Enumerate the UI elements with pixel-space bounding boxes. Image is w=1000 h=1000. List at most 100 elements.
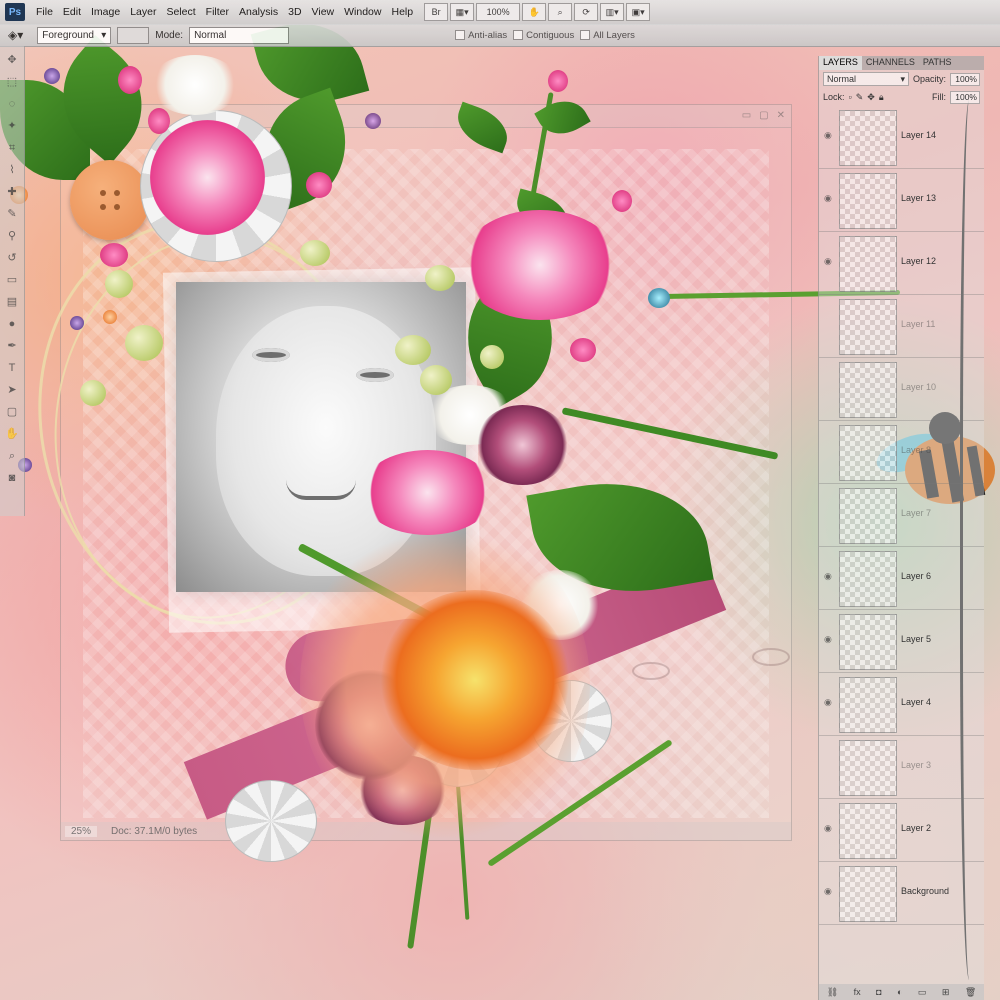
layer-name[interactable]: Layer 14 [901,130,936,140]
doc-size[interactable]: Doc: 37.1M/0 bytes [111,826,197,837]
checkbox-box[interactable] [513,30,524,40]
lasso-tool-icon[interactable]: ◌ [4,96,20,112]
pattern-picker[interactable] [117,26,150,44]
adjustment-layer-icon[interactable]: ◐ [897,987,902,997]
layer-name[interactable]: Layer 11 [901,319,935,329]
visibility-eye-icon[interactable]: ◉ [824,193,834,203]
layer-name[interactable]: Layer 7 [901,508,931,518]
fill-input[interactable]: 100% [950,90,980,104]
layer-row[interactable]: ◉ Layer 6 [819,547,984,610]
visibility-eye-icon[interactable] [824,319,834,329]
layer-thumbnail[interactable] [839,110,897,166]
menu-layer[interactable]: Layer [125,6,161,18]
contiguous-checkbox[interactable]: Contiguous [513,30,574,41]
zoom-level[interactable]: 25% [65,825,98,837]
layer-row[interactable]: Layer 8 [819,421,984,484]
add-mask-icon[interactable]: ◘ [876,987,881,997]
history-brush-icon[interactable]: ↺ [4,250,20,266]
layer-name[interactable]: Layer 4 [901,697,931,707]
layer-row[interactable]: ◉ Layer 12 [819,232,984,295]
layer-name[interactable]: Layer 6 [901,571,931,581]
menu-view[interactable]: View [307,6,340,18]
layer-thumbnail[interactable] [839,677,897,733]
minimize-icon[interactable]: ▭ [742,110,751,121]
opacity-input[interactable]: 100% [950,72,980,86]
zoom-tool-icon[interactable]: ⌕ [4,448,20,464]
type-tool-icon[interactable]: T [4,360,20,376]
layer-name[interactable]: Layer 3 [901,760,931,770]
visibility-eye-icon[interactable]: ◉ [824,634,834,644]
screen-mode-icon[interactable]: ▣▾ [626,3,651,21]
visibility-eye-icon[interactable]: ◉ [824,886,834,896]
new-layer-icon[interactable]: ⊞ [942,987,950,998]
layer-thumbnail[interactable] [839,299,897,355]
tab-layers[interactable]: LAYERS [819,56,862,70]
menu-window[interactable]: Window [339,6,386,18]
quick-mask-icon[interactable]: ◙ [4,470,20,486]
menu-file[interactable]: File [31,6,58,18]
menu-filter[interactable]: Filter [201,6,234,18]
layer-row[interactable]: Layer 3 [819,736,984,799]
crop-tool-icon[interactable]: ⌗ [4,140,20,156]
layer-thumbnail[interactable] [839,551,897,607]
visibility-eye-icon[interactable]: ◉ [824,256,834,266]
visibility-eye-icon[interactable] [824,382,834,392]
layer-thumbnail[interactable] [839,866,897,922]
visibility-eye-icon[interactable]: ◉ [824,823,834,833]
tab-channels[interactable]: CHANNELS [862,56,919,70]
layer-name[interactable]: Layer 10 [901,382,936,392]
layer-thumbnail[interactable] [839,362,897,418]
menu-select[interactable]: Select [161,6,200,18]
new-group-icon[interactable]: ▭ [918,987,927,998]
all-layers-checkbox[interactable]: All Layers [580,30,635,41]
photoshop-logo-icon[interactable]: Ps [5,3,25,21]
visibility-eye-icon[interactable]: ◉ [824,697,834,707]
layer-name[interactable]: Layer 12 [901,256,936,266]
brush-tool-icon[interactable]: ✎ [4,206,20,222]
visibility-eye-icon[interactable] [824,508,834,518]
link-layers-icon[interactable]: ⛓ [827,987,838,998]
hand-tool-icon[interactable]: ✋ [522,3,547,21]
eyedropper-icon[interactable]: ⌇ [4,162,20,178]
layer-row[interactable]: ◉ Layer 4 [819,673,984,736]
zoom-tool-icon[interactable]: ⌕ [548,3,573,21]
menu-3d[interactable]: 3D [283,6,306,18]
antialias-checkbox[interactable]: Anti-alias [455,30,507,41]
trash-icon[interactable]: 🗑︎ [965,987,976,998]
layer-thumbnail[interactable] [839,236,897,292]
clone-stamp-icon[interactable]: ⚲ [4,228,20,244]
layer-thumbnail[interactable] [839,740,897,796]
magic-wand-icon[interactable]: ✦ [4,118,20,134]
layer-thumbnail[interactable] [839,488,897,544]
marquee-tool-icon[interactable]: ⬚ [4,74,20,90]
lock-transparent-icon[interactable]: ▫ [849,92,852,102]
path-selection-icon[interactable]: ➤ [4,382,20,398]
mode-select[interactable]: Normal [189,26,290,44]
menu-help[interactable]: Help [386,6,418,18]
visibility-eye-icon[interactable] [824,445,834,455]
maximize-icon[interactable]: ▢ [759,110,768,121]
blend-mode-select[interactable]: Normal ▾ [823,72,909,86]
shape-tool-icon[interactable]: ▢ [4,404,20,420]
rotate-view-icon[interactable]: ⟳ [574,3,599,21]
layer-thumbnail[interactable] [839,425,897,481]
layer-row[interactable]: ◉ Layer 13 [819,169,984,232]
paint-bucket-icon[interactable]: ◈▾ [8,28,23,42]
layer-name[interactable]: Layer 13 [901,193,936,203]
fx-icon[interactable]: fx [854,987,861,997]
arrange-documents-icon[interactable]: ▥▾ [600,3,625,21]
visibility-eye-icon[interactable] [824,760,834,770]
gradient-tool-icon[interactable]: ▤ [4,294,20,310]
checkbox-box[interactable] [455,30,466,40]
bridge-button[interactable]: Br [424,3,449,21]
menu-edit[interactable]: Edit [58,6,86,18]
fill-source-select[interactable]: Foreground ▾ [37,26,112,44]
pen-tool-icon[interactable]: ✒ [4,338,20,354]
healing-brush-icon[interactable]: ✚ [4,184,20,200]
hand-tool-icon[interactable]: ✋ [4,426,20,442]
eraser-icon[interactable]: ▭ [4,272,20,288]
layer-thumbnail[interactable] [839,614,897,670]
layer-thumbnail[interactable] [839,803,897,859]
layer-name[interactable]: Layer 8 [901,445,931,455]
layer-row[interactable]: Layer 11 [819,295,984,358]
